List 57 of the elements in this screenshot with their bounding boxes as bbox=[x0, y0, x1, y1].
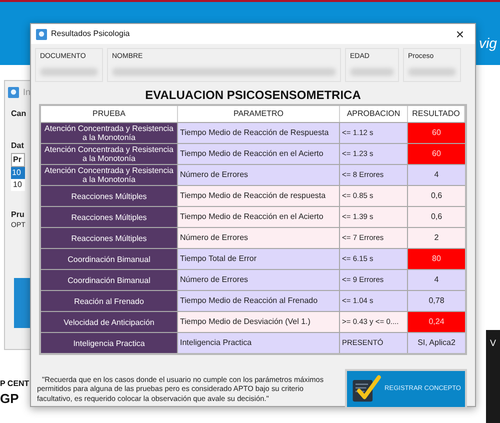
test-cell: Reacciones Múltiples bbox=[41, 186, 178, 206]
app-icon bbox=[36, 28, 47, 40]
column-header: APROBACION bbox=[340, 106, 408, 122]
test-cell: Inteligencia Practica bbox=[41, 333, 178, 353]
back-window-panel bbox=[14, 278, 30, 328]
test-cell: Coordinación Bimanual bbox=[41, 249, 178, 269]
side-letter: V bbox=[490, 337, 496, 350]
close-button[interactable]: × bbox=[450, 27, 470, 41]
redacted-value bbox=[40, 68, 98, 76]
result-cell: 4 bbox=[408, 165, 465, 185]
back-window-label: Can bbox=[11, 108, 26, 120]
test-cell: Atención Concentrada y Resistencia a la Monotonía bbox=[41, 144, 178, 164]
result-cell: 0,6 bbox=[408, 207, 465, 227]
redacted-value bbox=[350, 68, 394, 76]
parameter-cell: Tiempo Total de Error bbox=[178, 249, 340, 269]
back-window-cell: Pr bbox=[11, 153, 25, 167]
parameter-cell: Tiempo Medio de Reacción al Frenado bbox=[178, 291, 340, 311]
section-heading: EVALUACION PSICOSENSOMETRICA bbox=[145, 87, 361, 102]
result-cell: 60 bbox=[408, 123, 465, 143]
parameter-cell: Número de Errores bbox=[178, 270, 340, 290]
parameter-cell: Tiempo Medio de Reacción de Respuesta bbox=[178, 123, 340, 143]
header-tagline: vig bbox=[479, 34, 497, 53]
test-cell: Atención Concentrada y Resistencia a la Monotonía bbox=[41, 165, 178, 185]
result-cell: 2 bbox=[408, 228, 465, 248]
parameter-cell: Tiempo Medio de Desviación (Vel 1.) bbox=[178, 312, 340, 332]
parameter-cell: Tiempo Medio de Reacción en el Acierto bbox=[178, 207, 340, 227]
result-cell: 0,6 bbox=[408, 186, 465, 206]
back-window-title: In bbox=[23, 86, 31, 99]
app-icon bbox=[8, 87, 19, 98]
result-cell: 0,24 bbox=[408, 312, 465, 332]
result-cell: 0,78 bbox=[408, 291, 465, 311]
redacted-value bbox=[408, 68, 456, 76]
test-cell: Atención Concentrada y Resistencia a la Monotonía bbox=[41, 123, 178, 143]
column-header: PARAMETRO bbox=[178, 106, 340, 122]
column-header: RESULTADO bbox=[408, 106, 465, 122]
test-cell: Reación al Frenado bbox=[41, 291, 178, 311]
result-cell: 60 bbox=[408, 144, 465, 164]
test-cell: Reacciones Múltiples bbox=[41, 228, 178, 248]
test-cell: Reacciones Múltiples bbox=[41, 207, 178, 227]
test-cell: Velocidad de Anticipación bbox=[41, 312, 178, 332]
back-window-cell: 10 bbox=[11, 179, 25, 191]
parameter-cell: Inteligencia Practica bbox=[178, 333, 340, 353]
column-header: PRUEBA bbox=[41, 106, 178, 122]
page-text: GP bbox=[0, 391, 20, 406]
test-cell: Coordinación Bimanual bbox=[41, 270, 178, 290]
result-cell: 80 bbox=[408, 249, 465, 269]
back-window-label: Dat bbox=[11, 140, 24, 152]
back-window-label: Pru bbox=[11, 209, 24, 221]
page-text: P CENT bbox=[0, 378, 30, 390]
result-cell: SI, Aplica2 bbox=[408, 333, 465, 353]
parameter-cell: Tiempo Medio de Reacción en el Acierto bbox=[178, 144, 340, 164]
parameter-cell: Tiempo Medio de Reacción de respuesta bbox=[178, 186, 340, 206]
back-window-cell: 10 bbox=[11, 167, 25, 179]
parameter-cell: Número de Errores bbox=[178, 165, 340, 185]
parameter-cell: Número de Errores bbox=[178, 228, 340, 248]
window-title: Resultados Psicologia bbox=[51, 28, 130, 40]
result-cell: 4 bbox=[408, 270, 465, 290]
